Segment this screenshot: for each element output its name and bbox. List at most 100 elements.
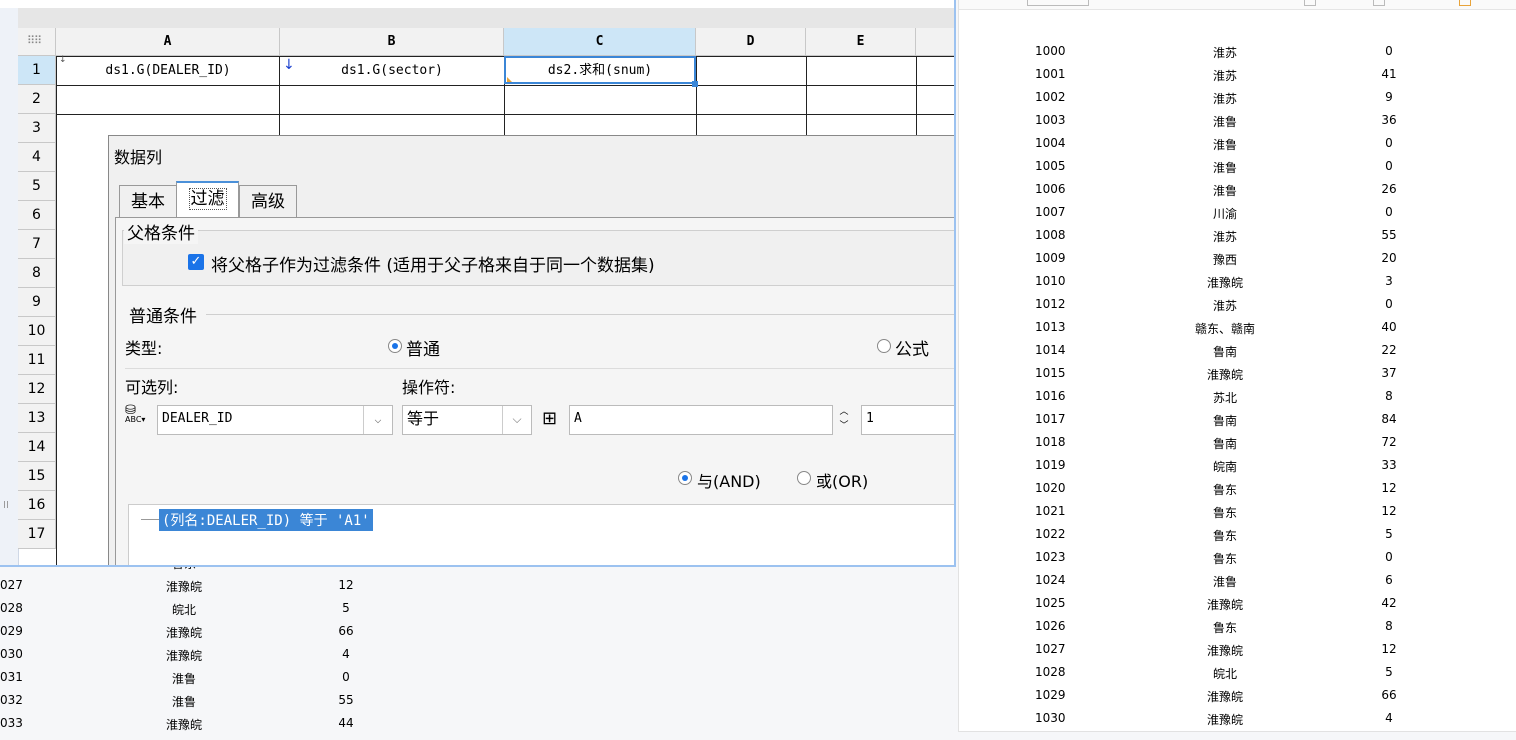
table-row: 1008 淮苏 55 <box>959 224 1516 247</box>
type-normal-label[interactable]: 普通 <box>406 335 440 360</box>
list-item: 028 皖北 5 <box>0 597 400 620</box>
table-row: 1021 鲁东 12 <box>959 500 1516 523</box>
condition-item-selected[interactable]: (列名:DEALER_ID) 等于 'A1' <box>159 509 373 531</box>
list-item-sector: 皖北 <box>171 603 196 617</box>
column-header-c[interactable]: C <box>504 28 696 56</box>
table-cell-id: 1027 <box>1035 642 1066 656</box>
condition-list[interactable]: (列名:DEALER_ID) 等于 'A1' <box>128 504 954 565</box>
row-header[interactable]: 8 <box>18 259 56 288</box>
table-cell-sector: 淮苏 <box>1212 69 1237 83</box>
table-cell-id: 1022 <box>1035 527 1066 541</box>
type-label: 类型: <box>125 339 163 358</box>
cell-corner-marker-icon <box>507 77 512 82</box>
cell-c1[interactable]: ds2.求和(snum) <box>504 56 696 84</box>
column-header-f[interactable] <box>916 28 954 56</box>
row-header[interactable]: 9 <box>18 288 56 317</box>
table-cell-value: 9 <box>1385 90 1393 104</box>
table-cell-value: 12 <box>1381 642 1397 656</box>
table-cell-id: 1025 <box>1035 596 1066 610</box>
table-cell-sector: 淮鲁 <box>1212 161 1237 175</box>
table-cell-sector: 淮豫皖 <box>1206 690 1243 704</box>
preview-toolbar <box>959 0 1516 10</box>
grid-line <box>56 114 954 115</box>
row-header[interactable]: 2 <box>18 85 56 114</box>
table-cell-sector: 鲁东 <box>1212 483 1237 497</box>
row-header[interactable]: 13 <box>18 404 56 433</box>
cell-a1[interactable]: ds1.G(DEALER_ID) <box>57 56 279 85</box>
list-item-id: 027 <box>0 578 23 592</box>
row-header[interactable]: 12 <box>18 375 56 404</box>
value-field[interactable]: A <box>569 405 833 435</box>
table-cell-sector: 淮豫皖 <box>1206 713 1243 727</box>
table-cell-value: 4 <box>1385 711 1393 725</box>
type-normal-radio[interactable] <box>388 339 402 353</box>
cell-fill-handle[interactable] <box>692 81 698 87</box>
column-header-d[interactable]: D <box>696 28 806 56</box>
row-header[interactable]: 15 <box>18 462 56 491</box>
tab-advanced[interactable]: 高级 <box>239 185 297 217</box>
list-item-id: 028 <box>0 601 23 615</box>
table-cell-sector: 淮豫皖 <box>1206 276 1243 290</box>
row-header[interactable]: 7 <box>18 230 56 259</box>
expand-down-arrow-icon: ↓ <box>283 57 295 73</box>
column-header-b[interactable]: B <box>280 28 504 56</box>
logic-and-radio[interactable] <box>678 471 692 485</box>
table-cell-value: 0 <box>1385 136 1393 150</box>
table-cell-value: 26 <box>1381 182 1397 196</box>
table-row: 1024 淮鲁 6 <box>959 569 1516 592</box>
value-spinner[interactable]: ︿ ﹀ <box>834 405 854 435</box>
row-header[interactable]: 17 <box>18 520 56 549</box>
table-cell-id: 1019 <box>1035 458 1066 472</box>
table-cell-sector: 皖北 <box>1212 667 1237 681</box>
select-all-corner[interactable]: ⠿⠿ <box>18 28 56 56</box>
parent-filter-checkbox[interactable]: ✓ <box>188 254 204 270</box>
table-row: 1002 淮苏 9 <box>959 86 1516 109</box>
table-cell-value: 8 <box>1385 389 1393 403</box>
table-cell-sector: 鲁东 <box>1212 529 1237 543</box>
list-item-sector: 淮豫皖 <box>165 649 202 663</box>
tab-basic[interactable]: 基本 <box>119 185 177 217</box>
operator-select[interactable]: 等于 ⌵ <box>402 405 532 435</box>
logic-or-radio[interactable] <box>797 471 811 485</box>
row-header[interactable]: 16 <box>18 491 56 520</box>
tab-filter[interactable]: 过滤 <box>176 181 239 219</box>
row-header[interactable]: 3 <box>18 114 56 143</box>
table-row: 1016 苏北 8 <box>959 385 1516 408</box>
logic-and-label[interactable]: 与(AND) <box>697 468 761 492</box>
table-cell-sector: 鲁东 <box>1212 621 1237 635</box>
chevron-down-icon[interactable]: ⌵ <box>502 406 531 434</box>
row-header[interactable]: 6 <box>18 201 56 230</box>
table-cell-value: 55 <box>1381 228 1397 242</box>
table-cell-value: 84 <box>1381 412 1397 426</box>
row-header[interactable]: 10 <box>18 317 56 346</box>
cell-b1[interactable]: ds1.G(sector) <box>280 56 504 85</box>
row-header[interactable]: 1 <box>18 56 56 85</box>
row-header[interactable]: 11 <box>18 346 56 375</box>
table-cell-value: 5 <box>1385 527 1393 541</box>
row-header[interactable]: 14 <box>18 433 56 462</box>
expand-down-marker-icon: ↓ <box>59 55 67 65</box>
list-item: 032 淮鲁 55 <box>0 689 400 712</box>
column-header-e[interactable]: E <box>806 28 916 56</box>
row-header[interactable]: 4 <box>18 143 56 172</box>
value-number-field[interactable]: 1 <box>861 405 954 435</box>
operator-select-value: 等于 <box>407 409 440 428</box>
tree-line <box>141 519 159 520</box>
table-row: 1006 淮鲁 26 <box>959 178 1516 201</box>
splitter-marker[interactable]: II <box>3 500 9 511</box>
column-header-a[interactable]: A <box>56 28 280 56</box>
normal-condition-separator <box>206 314 954 315</box>
list-item-sector: 淮豫皖 <box>165 580 202 594</box>
table-cell-sector: 川渝 <box>1212 207 1237 221</box>
table-cell-value: 8 <box>1385 619 1393 633</box>
logic-or-label[interactable]: 或(OR) <box>816 468 868 492</box>
chevron-down-icon[interactable]: ⌵ <box>363 406 392 434</box>
table-cell-id: 1017 <box>1035 412 1066 426</box>
table-row: 1020 鲁东 12 <box>959 477 1516 500</box>
list-item-id: 032 <box>0 693 23 707</box>
type-formula-radio[interactable] <box>877 339 891 353</box>
table-cell-picker-icon[interactable]: ⊞ <box>542 408 557 429</box>
type-formula-label[interactable]: 公式 <box>895 335 929 360</box>
row-header[interactable]: 5 <box>18 172 56 201</box>
column-select[interactable]: DEALER_ID ⌵ <box>157 405 393 435</box>
